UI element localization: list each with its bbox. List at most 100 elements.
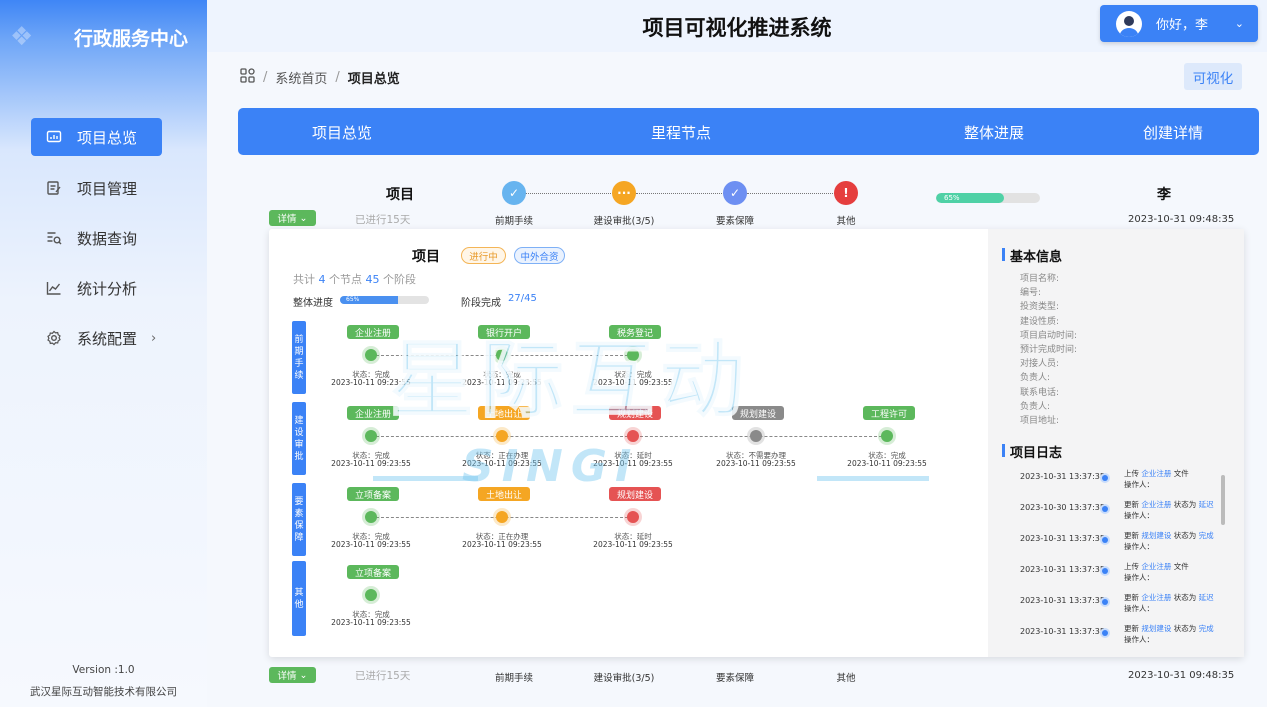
info-field: 项目启动时间: [1020, 330, 1078, 341]
tab-milestones[interactable]: 里程节点 [651, 122, 711, 143]
log-mid: 状态为 [1173, 593, 1197, 602]
sidebar-item-manage[interactable]: 项目管理 [31, 169, 162, 207]
log-target[interactable]: 企业注册 [1141, 469, 1171, 478]
log-dot [1102, 568, 1108, 574]
stage-char: 前 [294, 334, 304, 345]
avatar [1116, 10, 1142, 37]
version-text: Version :1.0 [72, 664, 135, 676]
log-target[interactable]: 企业注册 [1141, 562, 1171, 571]
check-icon[interactable]: ✓ [723, 181, 747, 205]
step-label: 其他 [836, 673, 856, 684]
log-dot [1102, 537, 1108, 543]
company-name: 武汉星际互动智能技术有限公司 [30, 686, 177, 698]
info-title: 基本信息 [1001, 246, 1062, 265]
counts-node-unit: 个节点 [329, 273, 362, 286]
node-tag[interactable]: 立项备案 [347, 565, 400, 579]
detail-label: 详情 [277, 671, 297, 682]
node-dot[interactable] [365, 511, 377, 523]
log-target[interactable]: 企业注册 [1141, 593, 1171, 602]
log-state: 完成 [1198, 624, 1214, 633]
info-field: 项目地址: [1020, 416, 1060, 426]
grid-icon[interactable] [240, 68, 255, 87]
log-verb: 更新 [1124, 593, 1139, 602]
more-icon[interactable]: ··· [612, 181, 636, 205]
log-verb: 更新 [1124, 531, 1139, 540]
elapsed-days: 已进行15天 [355, 670, 411, 682]
log-operator: 操作人： [1124, 573, 1154, 582]
sidebar-item-stats[interactable]: 统计分析 [31, 269, 162, 307]
log-operator: 操作人： [1124, 604, 1154, 613]
tab-overview[interactable]: 项目总览 [312, 122, 372, 143]
node-dot[interactable] [365, 589, 377, 601]
sidebar-item-query[interactable]: 数据查询 [31, 219, 162, 257]
detail-toggle-button[interactable]: 详情 ⌄ [269, 667, 316, 683]
node-tag[interactable]: 立项备案 [347, 487, 400, 501]
stage-char: 障 [294, 532, 304, 543]
column-header-bar: 项目总览 里程节点 整体进展 创建详情 [238, 108, 1259, 155]
log-state: 延迟 [1198, 500, 1214, 509]
sidebar-item-overview[interactable]: 项目总览 [31, 118, 162, 156]
info-sidebar: 基本信息 项目名称: 编号: 投资类型: 建设性质: 项目启动时间: 预计完成时间: 对接人… [988, 229, 1244, 657]
info-field: 投资类型: [1020, 302, 1060, 313]
info-field: 项目名称: [1020, 274, 1060, 284]
project-title[interactable]: 项目 [386, 184, 414, 204]
step-label: 前期手续 [494, 673, 533, 684]
node-tag[interactable]: 工程许可 [863, 406, 916, 420]
step-connector [636, 193, 734, 194]
overall-progress-bar: 65% [340, 296, 429, 304]
step-label: 其他 [836, 216, 856, 227]
node-time: 2023-10-11 09:23:55 [331, 459, 411, 468]
stage-label: 建设审批 [292, 402, 306, 475]
info-field: 负责人: [1020, 373, 1051, 384]
gear-icon [31, 330, 77, 346]
stage-char: 建 [294, 415, 304, 426]
log-target[interactable]: 规划建设 [1141, 624, 1171, 633]
updated-time: 2023-10-31 09:48:35 [1128, 214, 1235, 225]
log-scrollbar[interactable] [1221, 475, 1225, 525]
user-menu[interactable]: 你好，李 ⌄ [1100, 5, 1258, 42]
visualize-button[interactable]: 可视化 [1184, 63, 1242, 90]
info-field: 负责人: [1020, 401, 1051, 412]
log-mid: 状态为 [1173, 531, 1197, 540]
log-time: 2023-10-31 13:37:35 [1020, 596, 1105, 605]
log-verb: 更新 [1124, 624, 1139, 633]
log-target[interactable]: 企业注册 [1141, 500, 1171, 509]
tab-progress[interactable]: 整体进展 [964, 122, 1024, 143]
log-dot [1102, 506, 1108, 512]
node-dot[interactable] [881, 430, 893, 442]
stage-char: 素 [294, 508, 304, 519]
watermark-rule [817, 476, 929, 481]
node-dot[interactable] [627, 511, 639, 523]
log-mid: 状态为 [1173, 624, 1197, 633]
node-time: 2023-10-11 09:23:55 [331, 618, 411, 627]
node-dot[interactable] [750, 430, 762, 442]
node-dot[interactable] [365, 430, 377, 442]
stage-char: 续 [294, 370, 304, 381]
log-mid: 状态为 [1173, 500, 1197, 509]
detail-toggle-button[interactable]: 详情 ⌄ [269, 210, 316, 226]
edit-doc-icon [31, 180, 77, 196]
stage-char: 其 [294, 587, 304, 598]
breadcrumb-home[interactable]: 系统首页 [275, 68, 327, 87]
sidebar-item-config[interactable]: 系统配置 › [31, 319, 181, 357]
stage-label: 要素保障 [292, 483, 306, 556]
alert-icon[interactable]: ! [834, 181, 858, 205]
log-time: 2023-10-31 13:37:35 [1020, 565, 1105, 574]
stage-label: 前期手续 [292, 321, 306, 394]
check-icon[interactable]: ✓ [502, 181, 526, 205]
log-dot [1102, 599, 1108, 605]
status-badge: 进行中 [461, 247, 506, 264]
node-dot[interactable] [496, 511, 508, 523]
log-target[interactable]: 规划建设 [1141, 531, 1171, 540]
log-state: 延迟 [1198, 593, 1214, 602]
log-time: 2023-10-30 13:37:35 [1020, 503, 1105, 512]
brand-title: 行政服务中心 [74, 28, 189, 50]
stage-count: 45 [365, 273, 380, 286]
step-label: 要素保障 [715, 216, 754, 227]
step-label: 建设审批(3/5) [593, 673, 655, 684]
node-count: 4 [318, 273, 326, 286]
project-detail-panel: 项目 进行中 中外合资 共计 4 个节点 45 个阶段 整体进度 65% 阶段完… [269, 229, 1244, 657]
node-time: 2023-10-11 09:23:55 [847, 459, 927, 468]
node-dot[interactable] [365, 349, 377, 361]
tab-details[interactable]: 创建详情 [1143, 122, 1203, 143]
